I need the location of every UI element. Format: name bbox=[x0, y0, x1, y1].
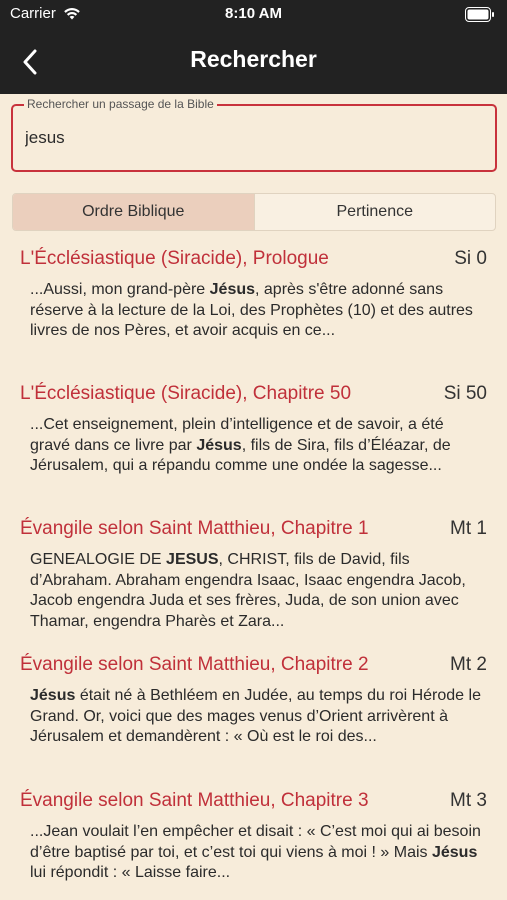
result-item[interactable]: Évangile selon Saint Matthieu, Chapitre … bbox=[0, 790, 507, 884]
snippet-text: était né à Bethléem en Judée, au temps d… bbox=[30, 687, 481, 745]
result-title: L'Écclésiastique (Siracide), Chapitre 50 bbox=[20, 383, 352, 404]
result-header: L'Écclésiastique (Siracide), Chapitre 50… bbox=[20, 383, 487, 405]
search-input[interactable] bbox=[25, 125, 465, 151]
snippet-match: Jésus bbox=[30, 687, 76, 704]
result-reference: Si 0 bbox=[454, 248, 487, 269]
sort-segmented-control: Ordre Biblique Pertinence bbox=[12, 193, 496, 231]
result-title: Évangile selon Saint Matthieu, Chapitre … bbox=[20, 790, 369, 811]
status-time: 8:10 AM bbox=[225, 5, 282, 22]
result-snippet: ...Cet enseignement, plein d’intelligenc… bbox=[20, 415, 487, 477]
result-item[interactable]: L'Écclésiastique (Siracide), Chapitre 50… bbox=[0, 383, 507, 477]
segment-biblical-order[interactable]: Ordre Biblique bbox=[13, 194, 254, 230]
snippet-match: JESUS bbox=[166, 551, 219, 568]
result-reference: Mt 3 bbox=[450, 790, 487, 811]
result-snippet: ...Jean voulait l’en empêcher et disait … bbox=[20, 822, 487, 884]
result-title: Évangile selon Saint Matthieu, Chapitre … bbox=[20, 654, 369, 675]
result-reference: Mt 2 bbox=[450, 654, 487, 675]
result-item[interactable]: L'Écclésiastique (Siracide), Prologue Si… bbox=[0, 248, 507, 342]
result-title: L'Écclésiastique (Siracide), Prologue bbox=[20, 248, 329, 269]
snippet-match: Jésus bbox=[431, 843, 478, 861]
result-item[interactable]: Évangile selon Saint Matthieu, Chapitre … bbox=[0, 654, 507, 748]
battery-icon bbox=[465, 7, 494, 22]
search-field-label: Rechercher un passage de la Bible bbox=[24, 97, 217, 111]
snippet-text: ...Jean voulait l’en empêcher et disait … bbox=[30, 823, 481, 861]
snippet-text: ...Aussi, mon grand-père bbox=[30, 281, 210, 298]
page-title: Rechercher bbox=[190, 46, 317, 72]
segment-relevance[interactable]: Pertinence bbox=[253, 194, 496, 230]
result-item[interactable]: Évangile selon Saint Matthieu, Chapitre … bbox=[0, 518, 507, 632]
snippet-text: GENEALOGIE DE bbox=[30, 551, 167, 568]
result-snippet: ...Aussi, mon grand-père Jésus, après s'… bbox=[20, 280, 487, 342]
result-reference: Si 50 bbox=[443, 383, 487, 404]
result-snippet: GENEALOGIE DE JESUS, CHRIST, fils de Dav… bbox=[20, 550, 487, 632]
navigation-bar: Rechercher bbox=[0, 30, 507, 94]
result-header: L'Écclésiastique (Siracide), Prologue Si… bbox=[20, 248, 487, 270]
result-header: Évangile selon Saint Matthieu, Chapitre … bbox=[20, 518, 487, 540]
result-header: Évangile selon Saint Matthieu, Chapitre … bbox=[20, 790, 487, 812]
snippet-match: Jésus bbox=[209, 281, 256, 298]
result-header: Évangile selon Saint Matthieu, Chapitre … bbox=[20, 654, 487, 676]
status-bar: Carrier 8:10 AM bbox=[0, 0, 507, 30]
snippet-match: Jésus bbox=[196, 436, 242, 454]
result-snippet: Jésus était né à Bethléem en Judée, au t… bbox=[20, 686, 487, 748]
result-reference: Mt 1 bbox=[450, 518, 487, 539]
snippet-text: lui répondit : « Laisse faire... bbox=[30, 864, 231, 881]
result-title: Évangile selon Saint Matthieu, Chapitre … bbox=[20, 518, 369, 539]
search-field[interactable]: Rechercher un passage de la Bible bbox=[11, 97, 497, 172]
